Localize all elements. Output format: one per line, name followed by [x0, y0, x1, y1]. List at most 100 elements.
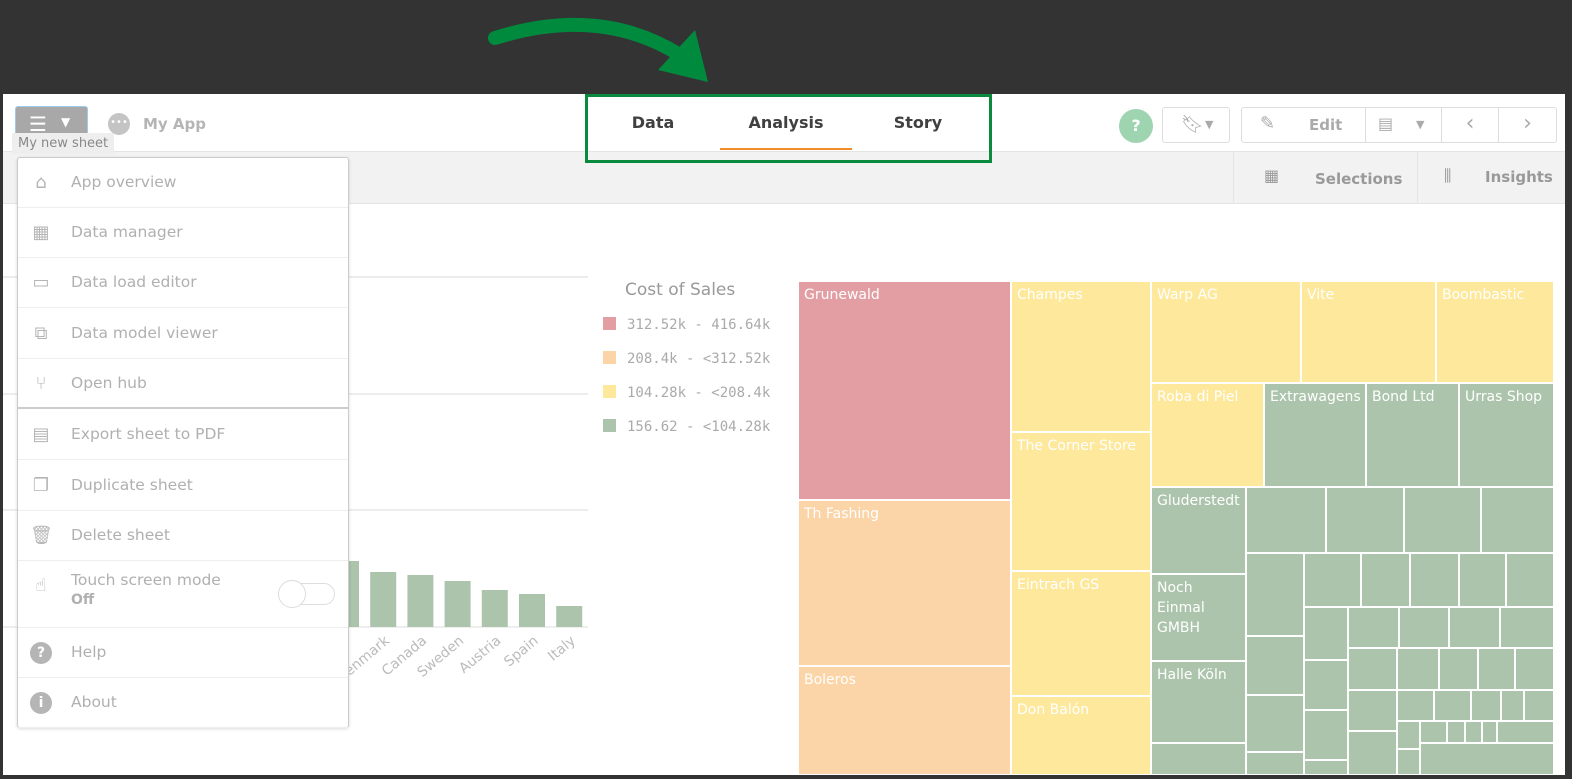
treemap-tile[interactable]: [1524, 690, 1554, 721]
menu-item-label: Help: [71, 643, 107, 661]
treemap-tile-label: Halle Köln: [1157, 667, 1227, 683]
menu-item-data-model-viewer[interactable]: ⧉ Data model viewer: [18, 309, 348, 359]
treemap-tile[interactable]: [1246, 636, 1304, 695]
menu-item-touch-screen-mode[interactable]: ☝︎ Touch screen mode Off: [18, 561, 348, 628]
treemap-tile[interactable]: Boleros: [798, 666, 1011, 775]
next-sheet-button[interactable]: ›: [1499, 108, 1556, 142]
treemap-tile-label: Eintrach GS: [1017, 577, 1100, 593]
help-button[interactable]: ?: [1119, 109, 1153, 143]
menu-item-data-load-editor[interactable]: ▭ Data load editor: [18, 258, 348, 308]
treemap-tile[interactable]: [1500, 607, 1554, 648]
treemap-tile[interactable]: [1397, 648, 1439, 690]
treemap-tile[interactable]: Th Fashing: [798, 500, 1011, 666]
treemap-tile[interactable]: Roba di Piel: [1151, 383, 1264, 487]
treemap-tile[interactable]: [1397, 690, 1434, 721]
legend-swatch: [603, 351, 616, 364]
bar[interactable]: [370, 572, 397, 627]
treemap-tile[interactable]: [1246, 553, 1304, 636]
treemap-tile[interactable]: Urras Shop: [1459, 383, 1554, 487]
bar[interactable]: [481, 590, 508, 627]
treemap-tile[interactable]: [1439, 648, 1478, 690]
menu-item-label: Export sheet to PDF: [71, 425, 226, 443]
menu-item-help[interactable]: ? Help: [18, 628, 348, 678]
treemap-tile[interactable]: [1348, 607, 1399, 648]
treemap-tile[interactable]: [1434, 690, 1471, 721]
treemap-tile[interactable]: [1397, 721, 1420, 749]
treemap-tile[interactable]: [1399, 607, 1449, 648]
treemap-tile[interactable]: [1326, 487, 1404, 553]
annotation-arrow-icon: [488, 17, 708, 82]
edit-button[interactable]: ✎ Edit: [1242, 108, 1366, 142]
sheets-button[interactable]: ▤ ▼: [1366, 108, 1442, 142]
treemap-tile[interactable]: [1304, 710, 1348, 760]
treemap-tile[interactable]: [1246, 752, 1304, 775]
chevron-down-icon: ▼: [61, 115, 71, 129]
treemap-tile[interactable]: [1304, 760, 1348, 775]
treemap-tile[interactable]: Noch Einmal GMBH: [1151, 574, 1246, 661]
selections-icon: ▦: [1264, 166, 1280, 185]
treemap-tile[interactable]: Eintrach GS: [1011, 571, 1151, 696]
treemap-tile[interactable]: [1447, 721, 1465, 743]
treemap-tile[interactable]: [1348, 690, 1397, 731]
treemap-tile[interactable]: [1420, 743, 1554, 775]
treemap-tile[interactable]: [1482, 721, 1497, 743]
treemap-tile[interactable]: The Corner Store: [1011, 432, 1151, 571]
legend-item: 156.62 - <104.28k: [603, 416, 770, 435]
treemap-tile[interactable]: Don Balón: [1011, 696, 1151, 775]
selections-button[interactable]: ▦ Selections: [1233, 152, 1418, 204]
treemap-tile[interactable]: [1459, 553, 1506, 607]
treemap-tile[interactable]: [1397, 749, 1420, 775]
treemap-tile[interactable]: [1404, 487, 1481, 553]
treemap-tile[interactable]: [1506, 553, 1554, 607]
treemap-tile[interactable]: [1420, 721, 1447, 743]
treemap-tile[interactable]: Vite: [1301, 281, 1436, 383]
treemap-tile-label: Roba di Piel: [1157, 389, 1239, 405]
treemap-tile[interactable]: Extrawagens: [1264, 383, 1366, 487]
previous-sheet-button[interactable]: ‹: [1442, 108, 1499, 142]
treemap-tile[interactable]: Champes: [1011, 281, 1151, 432]
bar[interactable]: [519, 594, 545, 627]
treemap-tile[interactable]: Gluderstedt: [1151, 487, 1246, 574]
treemap-tile[interactable]: [1304, 553, 1361, 607]
treemap-tile[interactable]: Grunewald: [798, 281, 1011, 500]
menu-item-app-overview[interactable]: ⌂ App overview: [18, 158, 348, 208]
menu-item-delete-sheet[interactable]: 🗑︎ Delete sheet: [18, 511, 348, 561]
touch-mode-toggle[interactable]: [278, 580, 335, 608]
treemap-tile[interactable]: [1478, 648, 1515, 690]
treemap-tile[interactable]: Bond Ltd: [1366, 383, 1459, 487]
treemap-tile[interactable]: [1497, 721, 1554, 743]
bar[interactable]: [556, 606, 583, 627]
menu-item-duplicate-sheet[interactable]: ❐ Duplicate sheet: [18, 461, 348, 511]
treemap-tile[interactable]: [1501, 690, 1524, 721]
menu-item-open-hub[interactable]: ⑂ Open hub: [18, 359, 348, 409]
treemap-tile[interactable]: [1471, 690, 1501, 721]
treemap-tile[interactable]: [1348, 648, 1397, 690]
treemap-tile[interactable]: Boombastic: [1436, 281, 1554, 383]
treemap-tile-label: The Corner Store: [1017, 438, 1137, 454]
treemap-tile[interactable]: [1515, 648, 1554, 690]
sheets-icon: ▤: [1378, 114, 1394, 133]
treemap-tile[interactable]: [1361, 553, 1410, 607]
treemap-tile[interactable]: [1465, 721, 1482, 743]
treemap-tile[interactable]: [1449, 607, 1500, 648]
treemap-tile[interactable]: Warp AG: [1151, 281, 1301, 383]
menu-item-data-manager[interactable]: ▦ Data manager: [18, 208, 348, 258]
insights-button[interactable]: ⫼ Insights: [1418, 152, 1565, 204]
insights-icon: ⫼: [1444, 166, 1452, 185]
treemap-tile[interactable]: Halle Köln: [1151, 661, 1246, 743]
treemap-tile[interactable]: [1246, 487, 1326, 553]
treemap-tile[interactable]: [1304, 607, 1348, 660]
bar[interactable]: [444, 581, 471, 627]
treemap-tile[interactable]: [1410, 553, 1459, 607]
treemap-tile[interactable]: [1348, 731, 1397, 775]
bar[interactable]: [407, 575, 434, 627]
treemap-tile-label: Champes: [1017, 287, 1083, 303]
treemap-tile-label: Grunewald: [804, 287, 880, 303]
treemap-tile[interactable]: [1246, 695, 1304, 752]
treemap-tile[interactable]: [1151, 743, 1246, 775]
menu-item-export-sheet-to-pdf[interactable]: ▤ Export sheet to PDF: [18, 410, 348, 460]
treemap-tile[interactable]: [1481, 487, 1554, 553]
bookmarks-button[interactable]: 🔖︎ ▼: [1162, 107, 1230, 143]
treemap-tile[interactable]: [1304, 660, 1348, 710]
menu-item-about[interactable]: i About: [18, 678, 348, 728]
